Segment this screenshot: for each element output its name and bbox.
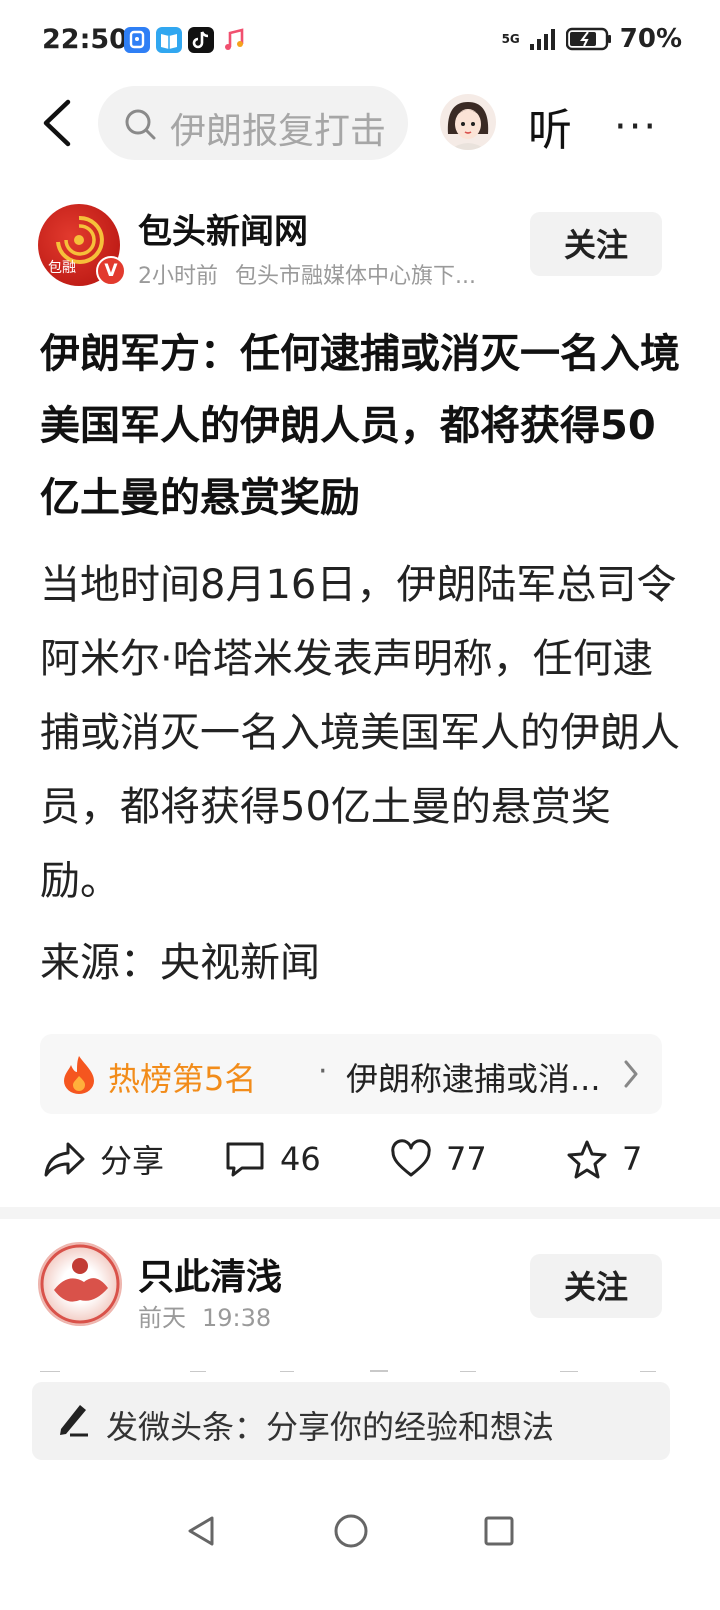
hot-topic-title: 伊朗称逮捕或消... xyxy=(346,1060,601,1098)
commenter-name[interactable]: 只此清浅 xyxy=(138,1248,282,1300)
hot-list-banner[interactable]: 热榜第5名 · 伊朗称逮捕或消... xyxy=(40,1034,662,1114)
like-count: 77 xyxy=(446,1140,487,1178)
share-icon xyxy=(44,1142,85,1177)
like-button[interactable]: 77 xyxy=(390,1136,487,1182)
battery-percent: 70% xyxy=(619,24,682,54)
battery-icon xyxy=(565,27,611,51)
share-button[interactable]: 分享 xyxy=(42,1136,164,1182)
nav-recents-icon[interactable] xyxy=(482,1514,516,1548)
follow-author-button[interactable]: 关注 xyxy=(530,212,662,276)
chevron-right-icon xyxy=(624,1060,638,1088)
article-body: 当地时间8月16日，伊朗陆军总司令阿米尔·哈塔米发表声明称，任何逮捕或消灭一名入… xyxy=(40,562,680,904)
author-description: 包头市融媒体中心旗下... xyxy=(235,264,476,289)
status-bar: 22:50 5G 70% xyxy=(0,0,720,80)
system-nav-bar xyxy=(0,1490,720,1610)
hot-separator: · xyxy=(318,1054,328,1089)
heart-icon xyxy=(391,1139,431,1177)
user-avatar[interactable] xyxy=(440,94,496,150)
back-button[interactable] xyxy=(36,98,86,148)
comment-day: 前天 xyxy=(138,1304,186,1332)
nav-back-icon[interactable] xyxy=(184,1514,218,1548)
publish-time: 2小时前 xyxy=(138,264,218,289)
favorite-count: 7 xyxy=(622,1140,643,1178)
tiktok-icon xyxy=(188,27,214,53)
author-meta: 2小时前 包头市融媒体中心旗下... xyxy=(138,258,476,290)
favorite-button[interactable]: 7 xyxy=(566,1136,642,1182)
music-icon xyxy=(222,27,246,57)
comment-icon xyxy=(226,1142,264,1177)
compose-placeholder: 发微头条：分享你的经验和想法 xyxy=(106,1408,555,1446)
signal-icon xyxy=(529,29,555,50)
nav-home-icon[interactable] xyxy=(332,1512,370,1550)
comment-time: 前天 19:38 xyxy=(138,1298,271,1333)
verified-badge-icon: V xyxy=(96,256,126,286)
comment-count: 46 xyxy=(280,1140,321,1178)
listen-button[interactable]: 听 xyxy=(528,94,572,158)
network-label: 5G xyxy=(501,32,520,46)
star-icon xyxy=(567,1140,607,1179)
security-app-icon xyxy=(124,27,150,53)
chevron-left-icon xyxy=(43,99,71,147)
search-icon xyxy=(125,109,156,140)
author-name[interactable]: 包头新闻网 xyxy=(138,204,308,253)
svg-text:包融: 包融 xyxy=(48,260,76,276)
article-source: 来源：央视新闻 xyxy=(40,940,320,986)
compose-bar[interactable]: 发微头条：分享你的经验和想法 xyxy=(32,1382,670,1460)
more-options-button[interactable]: ··· xyxy=(614,104,658,150)
search-box[interactable]: 伊朗报复打击 xyxy=(98,86,408,160)
search-input[interactable]: 伊朗报复打击 xyxy=(170,102,386,154)
truncated-comment-line xyxy=(40,1362,680,1372)
section-divider xyxy=(0,1207,720,1219)
status-time: 22:50 xyxy=(42,24,128,55)
comment-button[interactable]: 46 xyxy=(224,1136,321,1182)
reader-app-icon xyxy=(156,27,182,53)
comment-clock: 19:38 xyxy=(202,1304,272,1332)
article-headline: 伊朗军方：任何逮捕或消灭一名入境美国军人的伊朗人员，都将获得50亿土曼的悬赏奖励 xyxy=(40,331,680,521)
share-label: 分享 xyxy=(100,1142,165,1180)
pen-icon xyxy=(60,1405,88,1437)
follow-commenter-button[interactable]: 关注 xyxy=(530,1254,662,1318)
flame-icon xyxy=(64,1056,94,1094)
hot-rank-label: 热榜第5名 xyxy=(108,1060,257,1098)
commenter-avatar[interactable] xyxy=(38,1242,122,1326)
